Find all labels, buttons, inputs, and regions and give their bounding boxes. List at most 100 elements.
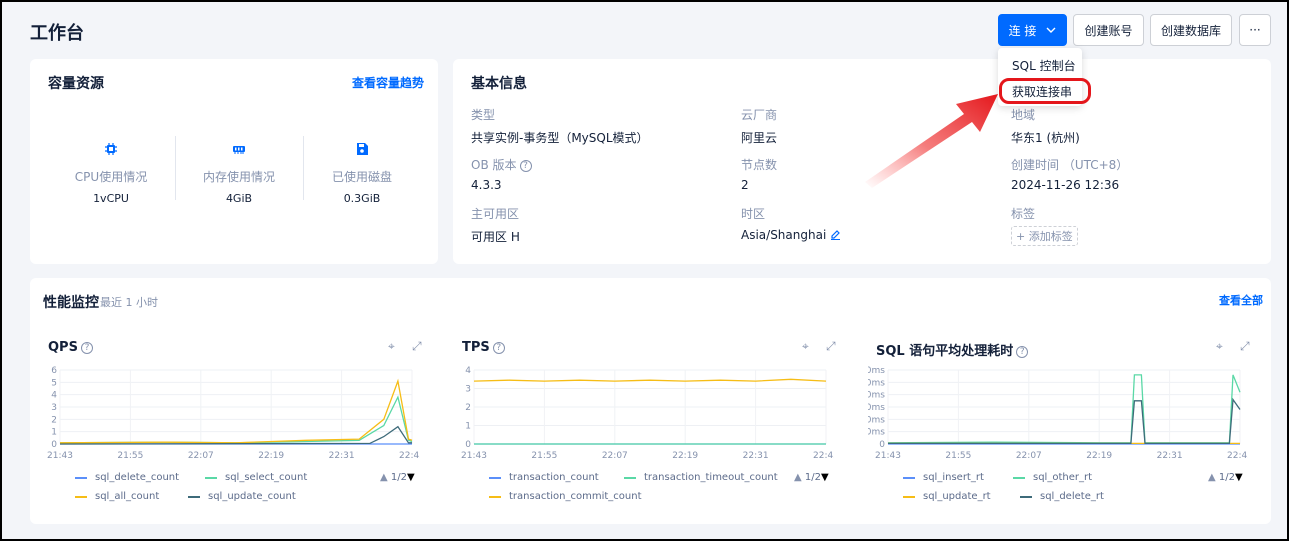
performance-subtitle: 最近 1 小时 (100, 296, 158, 309)
y-tick-label: 3 (465, 385, 471, 395)
legend-pager: ▲ 1/2▼ (794, 472, 829, 483)
question-icon[interactable]: ? (80, 342, 93, 354)
x-tick-label: 22:43 (813, 451, 834, 461)
series-line-transaction_commit_count (473, 378, 827, 382)
legend-item[interactable]: sql_insert_rt (903, 472, 984, 483)
qps-chart-title: QPS? (48, 340, 93, 355)
x-tick-label: 22:31 (743, 451, 769, 461)
drag-icon[interactable]: ⌖ (802, 339, 809, 354)
question-icon[interactable]: ? (492, 342, 505, 354)
x-tick-label: 22:19 (1086, 451, 1112, 461)
y-tick-label: 30ms (868, 403, 885, 413)
prev-page-icon[interactable]: ▲ (794, 472, 802, 483)
legend-label: sql_insert_rt (923, 472, 984, 483)
edit-icon[interactable] (830, 229, 841, 240)
view-capacity-trend-link[interactable]: 查看容量趋势 (352, 74, 424, 91)
type-label: 类型 (471, 108, 496, 122)
y-tick-label: 4 (51, 391, 57, 401)
cloud-vendor-label: 云厂商 (741, 108, 778, 122)
x-tick-label: 22:07 (188, 451, 214, 461)
legend-item[interactable]: sql_select_count (205, 472, 307, 483)
cpu-usage: CPU使用情况 1vCPU (47, 141, 175, 205)
legend-label: sql_delete_count (95, 472, 180, 483)
x-tick-label: 22:43 (1227, 451, 1248, 461)
legend-item[interactable]: transaction_timeout_count (624, 472, 778, 483)
y-tick-label: 0 (879, 440, 885, 450)
next-page-icon[interactable]: ▼ (407, 472, 415, 483)
legend-label: sql_delete_rt (1040, 491, 1104, 502)
view-all-link[interactable]: 查看全部 (1219, 292, 1263, 308)
disk-usage: 已使用磁盘 0.3GiB (298, 141, 426, 205)
sql-latency-title-text: SQL 语句平均处理耗时 (876, 344, 1014, 359)
connect-button[interactable]: 连 接 (998, 14, 1067, 46)
next-page-icon[interactable]: ▼ (821, 472, 829, 483)
legend-label: sql_select_count (225, 472, 308, 483)
next-page-icon[interactable]: ▼ (1235, 472, 1243, 483)
cloud-vendor-value: 阿里云 (741, 131, 778, 145)
y-tick-label: 2 (51, 415, 57, 425)
primary-zone-label: 主可用区 (471, 207, 520, 221)
x-tick-label: 22:31 (329, 451, 355, 461)
connect-label: 连 接 (1008, 23, 1037, 38)
tags-label: 标签 (1011, 207, 1036, 221)
legend-pager: ▲ 1/2▼ (380, 472, 415, 483)
y-tick-label: 40ms (868, 391, 885, 401)
annotation-arrow (865, 94, 998, 188)
expand-icon[interactable]: ⤢ (826, 339, 836, 354)
x-tick-label: 21:43 (47, 451, 73, 461)
timezone-text: Asia/Shanghai (741, 228, 827, 242)
legend-item[interactable]: sql_delete_rt (1020, 491, 1104, 502)
y-tick-label: 50ms (868, 378, 885, 388)
question-icon[interactable]: ? (519, 160, 532, 172)
legend-label: sql_update_rt (923, 491, 991, 502)
pager-text: 1/2 (1218, 472, 1235, 483)
drag-icon[interactable]: ⌖ (388, 339, 395, 354)
legend-item[interactable]: transaction_count (489, 472, 599, 483)
expand-icon[interactable]: ⤢ (412, 339, 422, 354)
y-tick-label: 60ms (868, 366, 885, 376)
x-tick-label: 22:19 (672, 451, 698, 461)
legend-label: sql_all_count (95, 491, 160, 502)
legend-item[interactable]: sql_delete_count (75, 472, 179, 483)
series-line-sql_all_count (59, 378, 413, 444)
prev-page-icon[interactable]: ▲ (1208, 472, 1216, 483)
prev-page-icon[interactable]: ▲ (380, 472, 388, 483)
legend-item[interactable]: sql_all_count (75, 491, 159, 502)
legend-pager: ▲ 1/2▼ (1208, 472, 1243, 483)
sql-console-menu-item[interactable]: SQL 控制台 (1012, 57, 1076, 74)
expand-icon[interactable]: ⤢ (1240, 339, 1250, 354)
y-tick-label: 0 (51, 440, 57, 450)
x-tick-label: 22:31 (1157, 451, 1183, 461)
legend-label: transaction_timeout_count (644, 472, 778, 483)
page-title: 工作台 (30, 23, 84, 44)
legend-label: transaction_commit_count (509, 491, 642, 502)
sql-latency-chart-title: SQL 语句平均处理耗时? (876, 340, 1029, 359)
create-account-button[interactable]: 创建账号 (1073, 14, 1144, 46)
legend-label: transaction_count (509, 472, 599, 483)
x-tick-label: 21:43 (875, 451, 901, 461)
node-count-label: 节点数 (741, 158, 778, 172)
legend-item[interactable]: transaction_commit_count (489, 491, 642, 502)
x-tick-label: 22:07 (1016, 451, 1042, 461)
legend-item[interactable]: sql_update_rt (903, 491, 991, 502)
more-button[interactable]: ··· (1239, 14, 1271, 46)
legend-item[interactable]: sql_update_count (188, 491, 296, 502)
disk-usage-value: 0.3GiB (343, 192, 381, 205)
cpu-usage-label: CPU使用情况 (74, 170, 148, 184)
ob-version-label: OB 版本? (471, 156, 532, 173)
add-tag-button[interactable]: + 添加标签 (1011, 226, 1078, 246)
question-icon[interactable]: ? (1016, 346, 1029, 358)
disk-icon (357, 143, 368, 155)
memory-usage: 内存使用情况 4GiB (175, 141, 303, 205)
sql-latency-chart: 0 10ms 20ms 30ms 40ms 50ms 60ms 21:43 21:55 22:07… (868, 366, 1248, 461)
memory-icon (233, 146, 245, 154)
y-tick-label: 0 (465, 440, 471, 450)
created-time-label: 创建时间 （UTC+8） (1011, 158, 1129, 172)
create-database-button[interactable]: 创建数据库 (1150, 14, 1232, 46)
legend-item[interactable]: sql_other_rt (1013, 472, 1092, 483)
ob-version-value: 4.3.3 (471, 178, 502, 192)
drag-icon[interactable]: ⌖ (1216, 339, 1223, 354)
y-tick-label: 1 (51, 428, 57, 438)
y-tick-label: 6 (51, 366, 57, 376)
series-line-sql_other_rt (887, 374, 1241, 444)
